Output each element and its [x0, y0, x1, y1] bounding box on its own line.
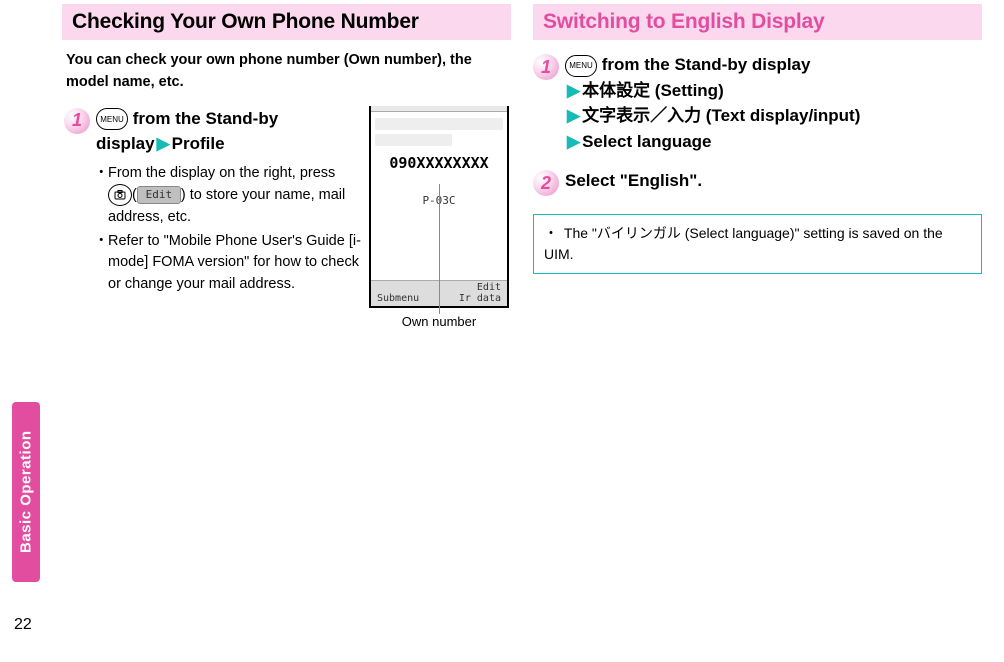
step-body: MENU from the Stand-by display▶Profile F…: [96, 106, 363, 298]
step-number: 2: [533, 170, 559, 196]
right-step-1: 1 MENU from the Stand-by display ▶本体設定 (…: [533, 52, 982, 154]
left-column: Checking Your Own Phone Number You can c…: [62, 4, 511, 658]
step-text: Select "English".: [565, 171, 702, 190]
phone-placeholder-row: [375, 118, 503, 130]
phone-screenshot: ▯◢▯ ▯ Profile 090XXXXXXXX P-03C Edit: [369, 106, 509, 329]
callout-line: [439, 184, 440, 314]
left-section-title: Checking Your Own Phone Number: [62, 4, 511, 40]
section-tab: Basic Operation: [12, 402, 40, 582]
right-step-2: 2 Select "English".: [533, 168, 982, 196]
edit-chip-icon: Edit: [137, 186, 181, 204]
main-columns: Checking Your Own Phone Number You can c…: [46, 0, 1004, 662]
triangle-icon: ▶: [567, 81, 580, 100]
right-column: Switching to English Display 1 MENU from…: [533, 4, 982, 658]
phone-caption: Own number: [369, 314, 509, 329]
step-bullets: From the display on the right, press (Ed…: [96, 163, 363, 296]
step-body: MENU from the Stand-by display ▶本体設定 (Se…: [565, 52, 982, 154]
note-text: The "バイリンガル (Select language)" setting i…: [544, 225, 943, 262]
menu-button-icon: MENU: [565, 55, 597, 77]
right-section-title: Switching to English Display: [533, 4, 982, 40]
left-step-1: 1 MENU from the Stand-by display▶Profile…: [64, 106, 363, 298]
left-step-wrap: ▯◢▯ ▯ Profile 090XXXXXXXX P-03C Edit: [62, 106, 511, 329]
camera-button-icon: [108, 184, 132, 206]
step-line: 文字表示／入力 (Text display/input): [582, 106, 860, 125]
step-body: Select "English".: [565, 168, 982, 194]
bullet-item: From the display on the right, press (Ed…: [96, 163, 363, 229]
phone-placeholder-row: [375, 134, 452, 146]
section-tab-label: Basic Operation: [12, 402, 40, 582]
side-strip: Basic Operation 22: [0, 0, 46, 662]
softkey-left: Submenu: [377, 293, 419, 304]
bullet-item: Refer to "Mobile Phone User's Guide [i-m…: [96, 231, 363, 296]
page: Basic Operation 22 Checking Your Own Pho…: [0, 0, 1004, 662]
triangle-icon: ▶: [567, 106, 580, 125]
page-number: 22: [14, 616, 32, 634]
softkey-center: Edit: [477, 282, 501, 293]
softkey-right: Ir data: [459, 293, 501, 304]
left-intro: You can check your own phone number (Own…: [62, 40, 511, 106]
step-number: 1: [64, 108, 90, 134]
triangle-icon: ▶: [157, 134, 170, 153]
bullet-text: Refer to "Mobile Phone User's Guide [i-m…: [108, 233, 361, 293]
step-number: 1: [533, 54, 559, 80]
note-box: The "バイリンガル (Select language)" setting i…: [533, 214, 982, 274]
bullet-text: From the display on the right, press: [108, 165, 335, 181]
triangle-icon: ▶: [567, 132, 580, 151]
step-profile: Profile: [172, 134, 225, 153]
phone-own-number: 090XXXXXXXX: [375, 154, 503, 172]
menu-button-icon: MENU: [96, 108, 128, 130]
step-line: Select language: [582, 132, 711, 151]
step-line: 本体設定 (Setting): [582, 81, 724, 100]
step-text-part: from the Stand-by display: [597, 55, 810, 74]
